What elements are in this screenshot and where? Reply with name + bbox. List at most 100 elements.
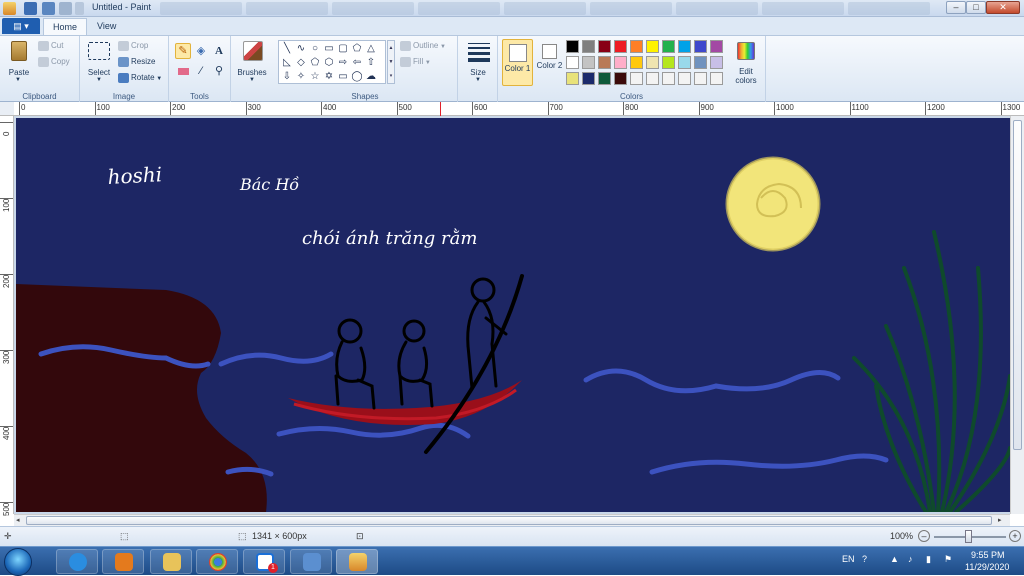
- pencil-tool[interactable]: ✎: [175, 43, 191, 59]
- taskbar-zalo[interactable]: 1: [243, 549, 285, 574]
- line-shape-icon[interactable]: ╲: [281, 43, 293, 55]
- triangle-shape-icon[interactable]: △: [365, 43, 377, 55]
- callout-oval-shape-icon[interactable]: ◯: [351, 71, 363, 83]
- help-icon[interactable]: ?: [862, 554, 867, 564]
- five-point-star-shape-icon[interactable]: ☆: [309, 71, 321, 83]
- rounded-rect-shape-icon[interactable]: ▢: [337, 43, 349, 55]
- flag-icon[interactable]: ⚑: [944, 554, 952, 565]
- palette-swatch[interactable]: [678, 40, 691, 53]
- taskbar-paint[interactable]: [336, 549, 378, 574]
- show-hidden-icons[interactable]: ▲: [890, 554, 899, 564]
- fill-tool[interactable]: ◈: [193, 43, 209, 59]
- palette-swatch[interactable]: [630, 56, 643, 69]
- customize-qat-icon[interactable]: [75, 2, 84, 15]
- palette-swatch[interactable]: [646, 40, 659, 53]
- palette-swatch[interactable]: [662, 40, 675, 53]
- language-indicator[interactable]: EN: [842, 554, 855, 564]
- right-triangle-shape-icon[interactable]: ◺: [281, 57, 293, 69]
- palette-swatch[interactable]: [614, 72, 627, 85]
- rotate-button[interactable]: Rotate ▼: [118, 73, 162, 83]
- start-button[interactable]: [4, 548, 32, 576]
- zoom-slider-thumb[interactable]: [965, 530, 972, 543]
- tab-home[interactable]: Home: [43, 18, 88, 35]
- horizontal-scroll-thumb[interactable]: [26, 516, 992, 525]
- palette-swatch[interactable]: [678, 56, 691, 69]
- palette-swatch[interactable]: [646, 72, 659, 85]
- brushes-button[interactable]: Brushes ▼: [234, 39, 270, 85]
- palette-swatch[interactable]: [694, 56, 707, 69]
- palette-swatch[interactable]: [566, 56, 579, 69]
- palette-swatch[interactable]: [662, 56, 675, 69]
- edit-colors-button[interactable]: Edit colors: [732, 39, 760, 85]
- cloud-callout-shape-icon[interactable]: ☁: [365, 71, 377, 83]
- network-icon[interactable]: ▮: [926, 554, 931, 565]
- minimize-button[interactable]: –: [946, 1, 966, 14]
- volume-icon[interactable]: ♪: [908, 554, 913, 564]
- text-tool[interactable]: A: [211, 43, 227, 59]
- crop-button[interactable]: Crop: [118, 41, 148, 51]
- palette-swatch[interactable]: [598, 56, 611, 69]
- polygon-shape-icon[interactable]: ⬠: [351, 43, 363, 55]
- eraser-tool[interactable]: [175, 63, 191, 79]
- fill-button[interactable]: Fill ▼: [400, 57, 431, 67]
- palette-swatch[interactable]: [646, 56, 659, 69]
- outline-button[interactable]: Outline ▼: [400, 41, 446, 51]
- curve-shape-icon[interactable]: ∿: [295, 43, 307, 55]
- undo-icon[interactable]: [42, 2, 55, 15]
- palette-swatch[interactable]: [630, 72, 643, 85]
- copy-button[interactable]: Copy: [38, 57, 70, 67]
- palette-swatch[interactable]: [582, 72, 595, 85]
- vertical-scrollbar[interactable]: [1010, 116, 1024, 514]
- taskbar-chrome[interactable]: [196, 549, 238, 574]
- taskbar-explorer[interactable]: [150, 549, 192, 574]
- color1-selector[interactable]: Color 1: [502, 39, 533, 86]
- palette-swatch[interactable]: [582, 40, 595, 53]
- palette-swatch[interactable]: [710, 72, 723, 85]
- palette-swatch[interactable]: [662, 72, 675, 85]
- cut-button[interactable]: Cut: [38, 41, 63, 51]
- taskbar-photo-viewer[interactable]: [290, 549, 332, 574]
- palette-swatch[interactable]: [598, 72, 611, 85]
- palette-swatch[interactable]: [614, 56, 627, 69]
- paint-app-icon[interactable]: [3, 2, 16, 15]
- zoom-in-button[interactable]: +: [1009, 530, 1021, 542]
- oval-shape-icon[interactable]: ○: [309, 43, 321, 55]
- size-button[interactable]: Size ▼: [461, 39, 495, 85]
- six-point-star-shape-icon[interactable]: ✡: [323, 71, 335, 83]
- palette-swatch[interactable]: [678, 72, 691, 85]
- palette-swatch[interactable]: [694, 40, 707, 53]
- drawing-canvas[interactable]: hoshi Bác Hồ chói ánh trăng rằm: [16, 118, 1010, 512]
- up-arrow-shape-icon[interactable]: ⇧: [365, 57, 377, 69]
- palette-swatch[interactable]: [630, 40, 643, 53]
- pentagon-shape-icon[interactable]: ⬠: [309, 57, 321, 69]
- taskbar-media-player[interactable]: [102, 549, 144, 574]
- taskbar-ie[interactable]: [56, 549, 98, 574]
- palette-swatch[interactable]: [710, 56, 723, 69]
- clock-time[interactable]: 9:55 PM: [971, 550, 1005, 560]
- palette-swatch[interactable]: [582, 56, 595, 69]
- four-point-star-shape-icon[interactable]: ✧: [295, 71, 307, 83]
- close-button[interactable]: ✕: [986, 1, 1020, 14]
- save-icon[interactable]: [24, 2, 37, 15]
- file-menu-button[interactable]: ▤ ▾: [2, 18, 40, 34]
- color2-selector[interactable]: Color 2: [534, 39, 565, 86]
- magnifier-tool[interactable]: ⚲: [211, 63, 227, 79]
- callout-rect-shape-icon[interactable]: ▭: [337, 71, 349, 83]
- zoom-out-button[interactable]: –: [918, 530, 930, 542]
- rectangle-shape-icon[interactable]: ▭: [323, 43, 335, 55]
- clock-date[interactable]: 11/29/2020: [965, 562, 1009, 572]
- palette-swatch[interactable]: [614, 40, 627, 53]
- palette-swatch[interactable]: [566, 72, 579, 85]
- paste-button[interactable]: Paste ▼: [5, 39, 33, 85]
- horizontal-scrollbar[interactable]: ◂ ▸: [14, 514, 1010, 526]
- right-arrow-shape-icon[interactable]: ⇨: [337, 57, 349, 69]
- scroll-right-arrow-icon[interactable]: ▸: [998, 516, 1002, 524]
- hexagon-shape-icon[interactable]: ⬡: [323, 57, 335, 69]
- tab-view[interactable]: View: [88, 18, 125, 35]
- palette-swatch[interactable]: [694, 72, 707, 85]
- palette-swatch[interactable]: [598, 40, 611, 53]
- maximize-button[interactable]: □: [966, 1, 986, 14]
- left-arrow-shape-icon[interactable]: ⇦: [351, 57, 363, 69]
- palette-swatch[interactable]: [710, 40, 723, 53]
- select-button[interactable]: Select ▼: [85, 39, 113, 85]
